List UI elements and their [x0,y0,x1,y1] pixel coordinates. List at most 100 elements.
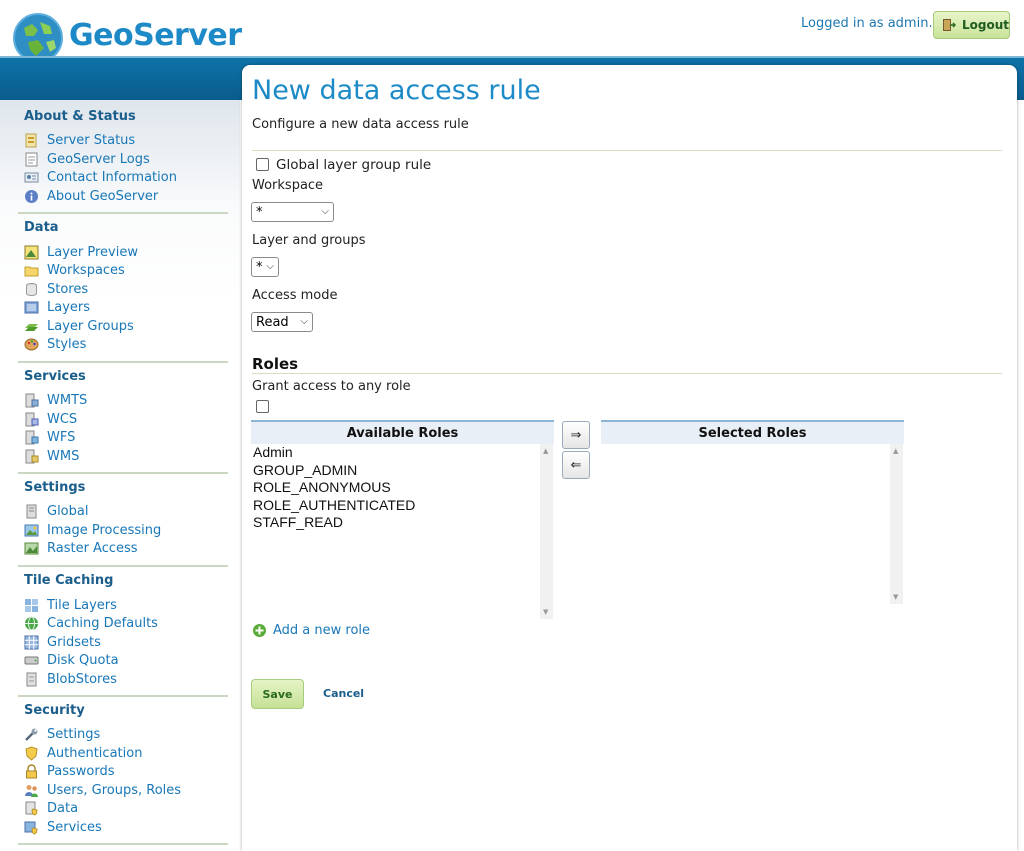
shield-icon [25,745,38,761]
server-icon [26,504,37,518]
list-item[interactable]: ROLE_AUTHENTICATED [251,497,553,515]
sidebar-item-wcs[interactable]: WCS [24,410,77,428]
sidebar-divider [18,472,228,474]
add-icon [253,624,266,637]
server-status-icon [25,133,37,147]
sidebar-item-layer-preview[interactable]: Layer Preview [24,243,138,261]
log-file-icon [25,152,38,166]
list-item[interactable]: Admin [251,444,553,462]
grant-any-role-checkbox[interactable] [256,400,269,413]
sidebar-item-authentication[interactable]: Authentication [24,744,142,762]
sidebar-section-tile-caching: Tile Caching [24,573,114,588]
users-icon [25,784,38,797]
roles-heading: Roles [252,355,299,373]
sidebar-item-raster-access[interactable]: Raster Access [24,539,138,557]
workspace-select-value: * [256,204,263,220]
globe-icon [25,616,38,630]
sidebar-item-global[interactable]: Global [24,502,88,520]
sidebar-item-security-services[interactable]: Services [24,818,102,836]
sidebar-item-tile-layers[interactable]: Tile Layers [24,596,117,614]
scroll-up-icon: ▲ [893,447,899,455]
sidebar-item-security-settings[interactable]: Settings [24,725,100,743]
sidebar-item-workspaces[interactable]: Workspaces [24,261,125,279]
layer-select[interactable]: * ⌵ [251,257,279,277]
contact-card-icon [24,172,39,182]
layer-select-value: * [256,259,263,275]
add-new-role-link[interactable]: Add a new role [252,623,370,638]
lock-icon [26,763,37,778]
logout-label: Logout [961,18,1009,32]
folder-icon [24,266,39,276]
service-icon [25,449,39,463]
list-item[interactable]: ROLE_ANONYMOUS [251,479,553,497]
selected-roles-header: Selected Roles [601,420,904,444]
workspace-select[interactable]: * ⌵ [251,202,334,222]
sidebar-section-about-status: About & Status [24,109,136,124]
sidebar-item-about-geoserver[interactable]: About GeoServer [24,187,158,205]
sidebar-item-caching-defaults[interactable]: Caching Defaults [24,614,158,632]
sidebar: About & Status Server Status GeoServer L… [0,100,240,851]
add-role-button[interactable]: ⇒ [562,421,590,449]
raster-icon [24,542,39,554]
save-button[interactable]: Save [251,679,304,709]
sidebar-item-layer-groups[interactable]: Layer Groups [24,317,134,335]
scroll-down-icon: ▼ [893,593,899,601]
sidebar-item-security-data[interactable]: Data [24,799,78,817]
logout-icon [942,19,956,31]
sidebar-section-data: Data [24,220,59,235]
sidebar-item-wms[interactable]: WMS [24,447,79,465]
selected-roles-list[interactable]: ▲ ▼ [601,444,903,604]
image-icon [24,524,39,536]
sidebar-item-contact-information[interactable]: Contact Information [24,168,177,186]
access-mode-label: Access mode [252,288,338,303]
remove-role-button[interactable]: ⇐ [562,451,590,479]
tile-layers-icon [25,598,38,612]
sidebar-item-server-status[interactable]: Server Status [24,131,135,149]
header: GeoServer Logged in as admin. Logout [0,0,1024,63]
cancel-button[interactable]: Cancel [323,687,364,700]
sidebar-item-wfs[interactable]: WFS [24,428,75,446]
layer-preview-icon [24,245,39,259]
sidebar-item-blobstores[interactable]: BlobStores [24,670,117,688]
sidebar-item-users-groups-roles[interactable]: Users, Groups, Roles [24,781,181,799]
sidebar-item-disk-quota[interactable]: Disk Quota [24,651,119,669]
services-security-icon [24,821,38,835]
sidebar-divider [18,843,228,845]
list-item[interactable]: STAFF_READ [251,514,553,532]
sidebar-divider [18,695,228,697]
available-roles-scrollbar[interactable]: ▲ ▼ [540,444,553,619]
layers-icon [24,301,39,313]
palette-icon [24,338,39,350]
access-mode-select[interactable]: Read ⌵ [251,312,313,332]
available-roles-list[interactable]: Admin GROUP_ADMIN ROLE_ANONYMOUS ROLE_AU… [251,444,553,619]
add-new-role-label: Add a new role [273,623,371,638]
service-icon [25,430,39,444]
data-security-icon [25,801,38,816]
section-divider [252,150,1002,151]
logout-button[interactable]: Logout [933,11,1010,39]
sidebar-item-wmts[interactable]: WMTS [24,391,87,409]
wrench-icon [25,728,38,741]
selected-roles-scrollbar[interactable]: ▲ ▼ [890,444,903,604]
disk-icon [24,656,39,664]
available-roles-header: Available Roles [251,420,554,444]
sidebar-item-gridsets[interactable]: Gridsets [24,633,101,651]
sidebar-item-stores[interactable]: Stores [24,280,88,298]
sidebar-item-geoserver-logs[interactable]: GeoServer Logs [24,150,150,168]
list-item[interactable]: GROUP_ADMIN [251,462,553,480]
sidebar-item-passwords[interactable]: Passwords [24,762,115,780]
info-icon [25,189,38,203]
global-layer-group-checkbox[interactable] [256,158,269,171]
sidebar-section-services: Services [24,369,86,384]
blobstore-icon [26,672,37,686]
sidebar-section-settings: Settings [24,480,86,495]
grid-icon [24,635,39,649]
scroll-down-icon: ▼ [543,608,549,616]
scroll-up-icon: ▲ [543,447,549,455]
database-icon [26,282,37,296]
sidebar-item-layers[interactable]: Layers [24,298,90,316]
sidebar-item-styles[interactable]: Styles [24,335,86,353]
sidebar-item-image-processing[interactable]: Image Processing [24,521,161,539]
workspace-label: Workspace [252,178,324,193]
chevron-down-icon: ⌵ [321,206,329,217]
